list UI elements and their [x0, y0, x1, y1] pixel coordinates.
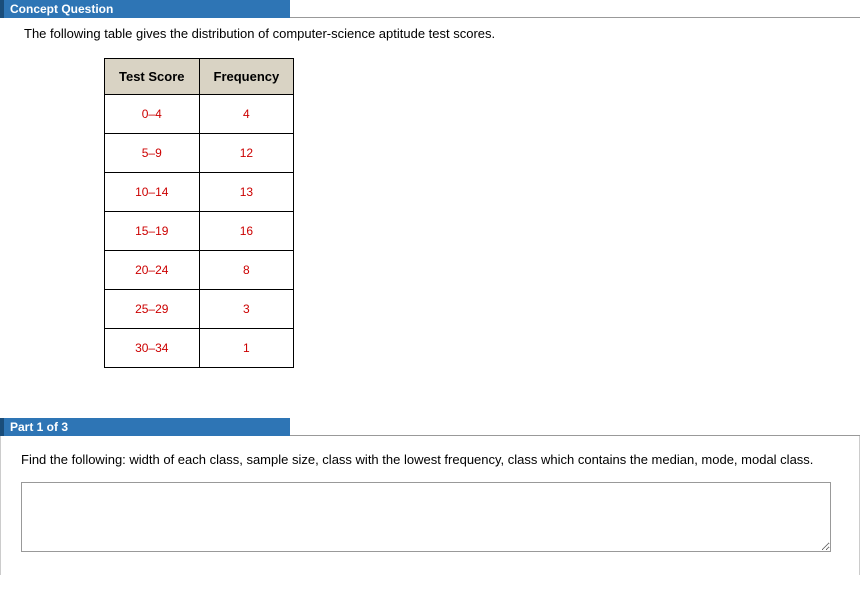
- score-frequency-table: Test Score Frequency 0–4 4 5–9 12 10–14 …: [104, 58, 294, 368]
- section-header-row: Part 1 of 3: [0, 418, 860, 436]
- cell-score: 0–4: [105, 94, 200, 133]
- intro-text: The following table gives the distributi…: [24, 24, 836, 44]
- answer-input[interactable]: [21, 482, 831, 552]
- cell-freq: 1: [199, 328, 294, 367]
- cell-freq: 4: [199, 94, 294, 133]
- cell-freq: 13: [199, 172, 294, 211]
- cell-score: 5–9: [105, 133, 200, 172]
- table-row: 15–19 16: [105, 211, 294, 250]
- table-header-frequency: Frequency: [199, 58, 294, 94]
- concept-content: The following table gives the distributi…: [0, 18, 860, 418]
- cell-freq: 3: [199, 289, 294, 328]
- header-rule: [290, 17, 860, 18]
- table-row: 10–14 13: [105, 172, 294, 211]
- cell-score: 20–24: [105, 250, 200, 289]
- cell-freq: 8: [199, 250, 294, 289]
- answer-container: [21, 482, 839, 565]
- cell-score: 30–34: [105, 328, 200, 367]
- section-header-concept: Concept Question: [0, 0, 290, 18]
- part-content: Find the following: width of each class,…: [0, 436, 860, 576]
- table-row: 5–9 12: [105, 133, 294, 172]
- part-1-section: Part 1 of 3 Find the following: width of…: [0, 418, 860, 576]
- table-row: 0–4 4: [105, 94, 294, 133]
- table-header-score: Test Score: [105, 58, 200, 94]
- question-text: Find the following: width of each class,…: [21, 450, 839, 471]
- cell-score: 10–14: [105, 172, 200, 211]
- section-header-part: Part 1 of 3: [0, 418, 290, 436]
- table-row: 30–34 1: [105, 328, 294, 367]
- section-header-row: Concept Question: [0, 0, 860, 18]
- concept-question-section: Concept Question The following table giv…: [0, 0, 860, 418]
- header-rule: [290, 435, 860, 436]
- cell-score: 15–19: [105, 211, 200, 250]
- table-row: 25–29 3: [105, 289, 294, 328]
- cell-score: 25–29: [105, 289, 200, 328]
- cell-freq: 12: [199, 133, 294, 172]
- cell-freq: 16: [199, 211, 294, 250]
- table-row: 20–24 8: [105, 250, 294, 289]
